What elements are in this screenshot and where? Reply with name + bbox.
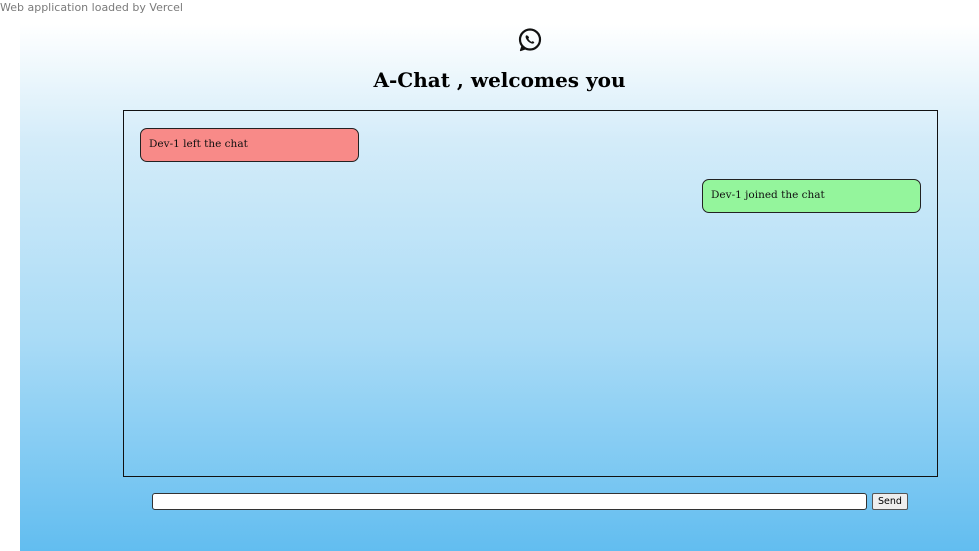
message-right: Dev-1 joined the chat — [702, 179, 921, 213]
message-composer: Send — [151, 493, 911, 511]
top-strip-text: Web application loaded by Vercel — [0, 1, 183, 14]
page-title: A-Chat , welcomes you — [373, 68, 626, 92]
message-input[interactable] — [152, 493, 867, 510]
chat-app: A-Chat , welcomes you Dev-1 left the cha… — [20, 24, 979, 551]
chat-messages-area[interactable]: Dev-1 left the chat Dev-1 joined the cha… — [123, 110, 938, 477]
send-button[interactable]: Send — [872, 493, 908, 510]
whatsapp-icon — [518, 28, 542, 52]
top-strip: Web application loaded by Vercel — [0, 0, 979, 24]
message-left: Dev-1 left the chat — [140, 128, 359, 162]
